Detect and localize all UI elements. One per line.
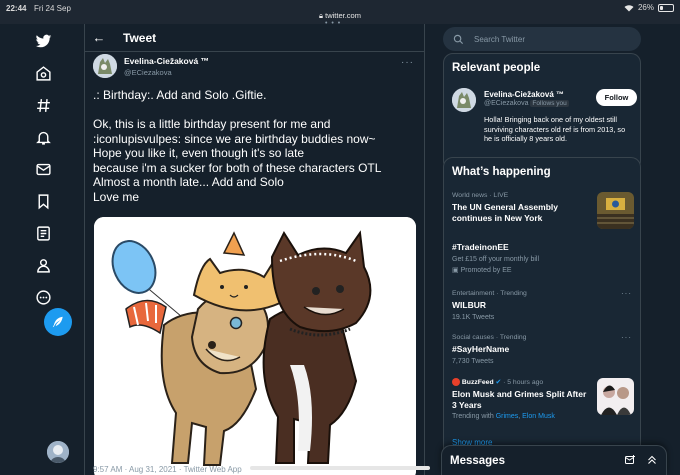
relevant-person-bio: Holla! Bringing back one of my oldest st… bbox=[484, 115, 626, 143]
tweet-author[interactable]: Evelina-Ciežaková ™ @ECiezakova bbox=[93, 54, 209, 78]
tweet-line: .: Birthday:. Add and Solo .Giftie. bbox=[93, 88, 267, 102]
trend-item[interactable]: BuzzFeed ✔ · 5 hours ago Elon Musk and G… bbox=[452, 378, 634, 420]
trend-title: WILBUR bbox=[452, 300, 486, 310]
trend-item[interactable]: Social causes · Trending #SayHerName 7,7… bbox=[452, 333, 634, 365]
trend-title: The UN General Assembly continues in New… bbox=[452, 202, 558, 223]
tweet-line: Ok, this is a little birthday present fo… bbox=[93, 117, 331, 131]
url-text: twitter.com bbox=[325, 11, 361, 20]
author-name: Evelina-Ciežaková ™ bbox=[124, 55, 210, 66]
trend-count: 7,730 Tweets bbox=[452, 357, 494, 365]
author-handle: @ECiezakova bbox=[124, 67, 172, 77]
tweet-media-image[interactable] bbox=[94, 217, 416, 475]
back-arrow-icon[interactable]: ← bbox=[85, 30, 113, 45]
sidebar bbox=[0, 24, 84, 475]
page-header: ← Tweet bbox=[85, 24, 424, 52]
trend-title: #TradeinonEE bbox=[452, 242, 509, 252]
tweet-line: Love me bbox=[93, 189, 140, 204]
author-avatar[interactable] bbox=[93, 54, 117, 78]
compose-tweet-button[interactable] bbox=[44, 308, 72, 336]
tweet-line: :iconlupisvulpes: since we are birthday … bbox=[93, 131, 376, 146]
relevant-person-name: Evelina-Ciežaková ™ bbox=[484, 90, 565, 99]
source-name: BuzzFeed bbox=[461, 379, 494, 386]
trend-title: #SayHerName bbox=[452, 344, 510, 354]
trend-category: Entertainment · Trending bbox=[452, 290, 527, 297]
promoted-icon: ▣ bbox=[452, 266, 461, 274]
trend-item[interactable]: #TradeinonEE Get £15 off your monthly bi… bbox=[452, 242, 634, 274]
search-placeholder: Search Twitter bbox=[474, 34, 525, 44]
relevant-person-handle: @ECiezakova Follows you bbox=[484, 100, 569, 107]
whats-happening-card: What’s happening World news · LIVE The U… bbox=[443, 157, 641, 475]
trend-item[interactable]: Entertainment · Trending WILBUR 19.1K Tw… bbox=[452, 289, 634, 321]
follow-button[interactable]: Follow bbox=[596, 89, 637, 106]
promoted-label: ▣ Promoted by EE bbox=[452, 266, 634, 274]
lock-icon: 🔒︎ bbox=[319, 11, 324, 20]
relevant-people-card: Relevant people Evelina-Ciežaková ™ @ECi… bbox=[443, 53, 641, 171]
trend-thumbnail bbox=[597, 378, 634, 415]
trend-category: Social causes · Trending bbox=[452, 334, 527, 341]
trend-count: 19.1K Tweets bbox=[452, 313, 495, 321]
buzzfeed-logo-icon bbox=[452, 378, 460, 387]
messages-title: Messages bbox=[450, 454, 505, 467]
wifi-icon bbox=[624, 4, 634, 11]
trend-thumbnail bbox=[597, 192, 634, 229]
tweet-timestamp[interactable]: 9:57 AM · Aug 31, 2021 · Twitter Web App bbox=[93, 465, 242, 474]
relevant-people-title: Relevant people bbox=[452, 62, 541, 74]
search-input[interactable]: Search Twitter bbox=[443, 27, 641, 51]
tweet-more-icon[interactable]: ··· bbox=[401, 57, 414, 68]
trending-link[interactable]: Elon Musk bbox=[522, 413, 555, 420]
tweet-line: Hope you like it, even though it's so la… bbox=[93, 146, 305, 160]
account-avatar[interactable] bbox=[47, 441, 69, 463]
notifications-bell-icon[interactable] bbox=[28, 122, 58, 152]
search-icon bbox=[453, 34, 464, 44]
battery-icon bbox=[658, 3, 674, 12]
twitter-logo-icon[interactable] bbox=[28, 26, 58, 56]
relevant-person-avatar[interactable] bbox=[452, 88, 476, 112]
profile-icon[interactable] bbox=[28, 250, 58, 280]
tweet-line: because i'm a sucker for both of these c… bbox=[93, 160, 382, 175]
follows-you-badge: Follows you bbox=[530, 100, 569, 107]
home-indicator[interactable] bbox=[250, 466, 430, 470]
messages-drawer[interactable]: Messages bbox=[441, 445, 667, 475]
whats-happening-title: What’s happening bbox=[452, 166, 551, 178]
trend-subtitle: Get £15 off your monthly bill bbox=[452, 255, 540, 263]
promoted-text: Promoted by EE bbox=[460, 266, 512, 274]
main-column: ← Tweet Evelina-Ciežaková ™ @ECiezakova … bbox=[84, 24, 425, 475]
battery-percent: 26% bbox=[637, 3, 654, 12]
compose-tweet-icon bbox=[52, 316, 63, 328]
lists-icon[interactable] bbox=[28, 218, 58, 248]
trend-title: Elon Musk and Grimes Split After 3 Years bbox=[452, 389, 587, 410]
explore-hashtag-icon[interactable] bbox=[28, 90, 58, 120]
handle-text: @ECiezakova bbox=[484, 100, 529, 107]
new-message-icon[interactable] bbox=[624, 454, 636, 466]
tweet-line-gap bbox=[93, 103, 423, 118]
tweet-line: Almost a month late... Add and Solo bbox=[93, 175, 284, 189]
page-title: Tweet bbox=[123, 30, 157, 45]
expand-chevron-up-icon[interactable] bbox=[646, 454, 658, 466]
home-icon[interactable] bbox=[28, 58, 58, 88]
trend-more-icon[interactable]: ··· bbox=[621, 289, 632, 298]
messages-envelope-icon[interactable] bbox=[28, 154, 58, 184]
trending-with-prefix: Trending with bbox=[452, 413, 496, 421]
trending-link[interactable]: Grimes bbox=[496, 413, 519, 420]
trend-item[interactable]: World news · LIVE The UN General Assembl… bbox=[452, 192, 634, 229]
tweet-text: .: Birthday:. Add and Solo .Giftie. Ok, … bbox=[93, 88, 423, 204]
trend-more-icon[interactable]: ··· bbox=[621, 333, 632, 342]
source-time: · 5 hours ago bbox=[501, 379, 544, 386]
bookmarks-icon[interactable] bbox=[28, 186, 58, 216]
